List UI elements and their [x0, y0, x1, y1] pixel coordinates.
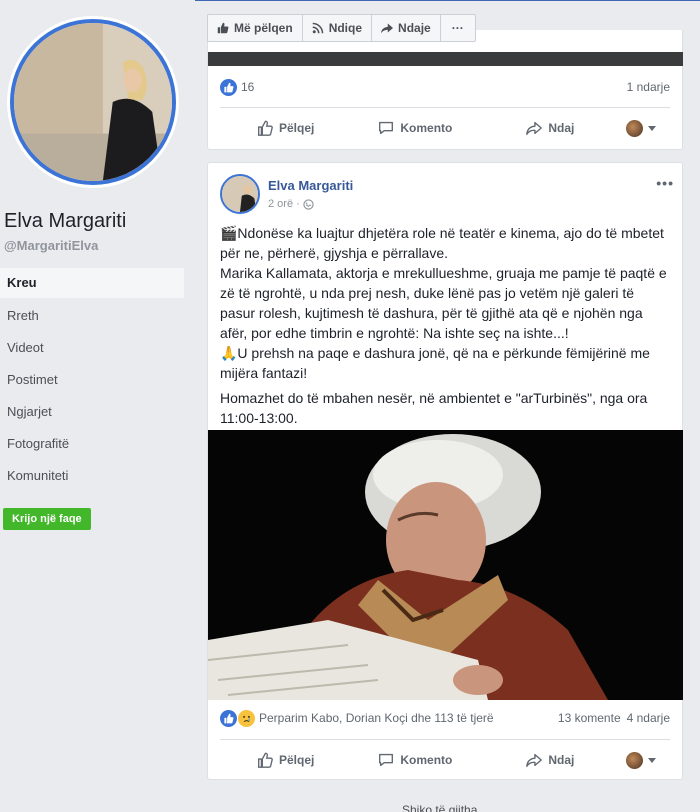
comment-label: Komento: [400, 121, 453, 135]
comment-button[interactable]: Komento: [377, 751, 452, 769]
divider: [220, 739, 670, 740]
post-actions: Pëlqej Komento Ndaj: [220, 112, 670, 144]
thumbs-up-icon: [258, 752, 273, 768]
left-sidebar: Elva Margariti @MargaritiElva Kreu Rreth…: [0, 0, 195, 812]
user-avatar: [626, 119, 643, 137]
post-actions: Pëlqej Komento Ndaj: [220, 744, 670, 776]
post-photo[interactable]: [208, 430, 683, 700]
page-like-button[interactable]: Më pëlqen: [208, 15, 303, 41]
post-photo-image: [208, 430, 683, 700]
like-reaction-icon: [220, 709, 237, 727]
react-as-selector[interactable]: [626, 751, 662, 769]
rss-icon: [312, 22, 323, 34]
comment-icon: [379, 753, 394, 767]
page-nav: Kreu Rreth Videot Postimet Ngjarjet Foto…: [0, 268, 184, 492]
sidebar-item-photos[interactable]: Fotografitë: [0, 428, 184, 460]
sidebar-item-posts[interactable]: Postimet: [0, 364, 184, 396]
sad-reaction-icon: [238, 709, 255, 727]
comment-label: Komento: [400, 753, 453, 767]
page-title: Elva Margariti: [4, 210, 127, 232]
post-stats: 16 1 ndarje: [220, 77, 670, 97]
page-action-bar: Më pëlqen Ndiqe Ndaje ···: [207, 14, 476, 42]
comment-button[interactable]: Komento: [377, 119, 452, 137]
post-options-button[interactable]: •••: [656, 175, 674, 191]
globe-icon: [303, 198, 314, 210]
share-icon: [526, 753, 543, 767]
chevron-down-icon: [648, 758, 656, 763]
follow-button[interactable]: Ndiqe: [303, 15, 373, 41]
shares-count[interactable]: 4 ndarje: [627, 711, 670, 725]
post-author[interactable]: Elva Margariti: [268, 178, 353, 193]
like-label: Pëlqej: [279, 121, 315, 135]
page-like-label: Më pëlqen: [234, 21, 293, 35]
react-as-selector[interactable]: [626, 119, 662, 137]
sidebar-item-home[interactable]: Kreu: [0, 268, 184, 298]
page-handle[interactable]: @MargaritiElva: [4, 238, 98, 253]
create-page-button[interactable]: Krijo një faqe: [3, 508, 91, 530]
author-avatar-image: [222, 176, 258, 212]
post-time-text: 2 orë ·: [268, 198, 300, 210]
reactors-text[interactable]: Perparim Kabo, Dorian Koçi dhe 113 të tj…: [259, 711, 494, 725]
post-paragraph: Homazhet do të mbahen nesër, në ambiente…: [220, 390, 648, 426]
follow-label: Ndiqe: [328, 21, 363, 35]
post-paragraph: 🎬Ndonëse ka luajtur dhjetëra role në tea…: [220, 225, 667, 381]
user-avatar: [626, 751, 643, 769]
comments-count[interactable]: 13 komente: [558, 711, 621, 725]
share-label: Ndaj: [548, 753, 575, 767]
share-button[interactable]: Ndaj: [525, 119, 574, 137]
like-label: Pëlqej: [279, 753, 315, 767]
share-icon: [526, 121, 543, 135]
thumbs-up-icon: [258, 120, 273, 136]
like-button[interactable]: Pëlqej: [256, 119, 314, 137]
profile-photo-image: [14, 23, 172, 181]
comment-icon: [379, 121, 394, 135]
post-timestamp[interactable]: 2 orë ·: [268, 198, 314, 210]
share-label: Ndaj: [548, 121, 575, 135]
sidebar-item-about[interactable]: Rreth: [0, 300, 184, 332]
chevron-down-icon: [648, 126, 656, 131]
post-media-bottom: [208, 52, 683, 66]
post-main: Elva Margariti 2 orë · ••• 🎬Ndonëse ka l…: [207, 162, 683, 780]
sidebar-item-videos[interactable]: Videot: [0, 332, 184, 364]
like-button[interactable]: Pëlqej: [256, 751, 314, 769]
post-header: Elva Margariti 2 orë ·: [220, 174, 660, 216]
sidebar-item-events[interactable]: Ngjarjet: [0, 396, 184, 428]
thumbs-up-icon: [217, 22, 229, 34]
sidebar-item-community[interactable]: Komuniteti: [0, 460, 184, 492]
share-button[interactable]: Ndaj: [525, 751, 574, 769]
see-all-link[interactable]: Shiko të gjitha: [402, 803, 477, 812]
post-text: 🎬Ndonëse ka luajtur dhjetëra role në tea…: [220, 223, 672, 433]
share-arrow-icon: [381, 23, 394, 34]
page-share-button[interactable]: Ndaje: [372, 15, 441, 41]
author-avatar[interactable]: [220, 174, 260, 214]
profile-picture[interactable]: [7, 16, 179, 188]
shares-count[interactable]: 1 ndarje: [627, 80, 670, 94]
more-options-button[interactable]: ···: [441, 15, 475, 41]
like-reaction-icon: [220, 78, 237, 96]
top-border: [195, 0, 700, 1]
post-previous: 16 1 ndarje Pëlqej Komento Ndaj: [207, 30, 683, 150]
likes-count[interactable]: 16: [241, 80, 254, 94]
page-share-label: Ndaje: [398, 21, 431, 35]
post-stats: Perparim Kabo, Dorian Koçi dhe 113 të tj…: [220, 708, 670, 728]
divider: [220, 107, 670, 108]
